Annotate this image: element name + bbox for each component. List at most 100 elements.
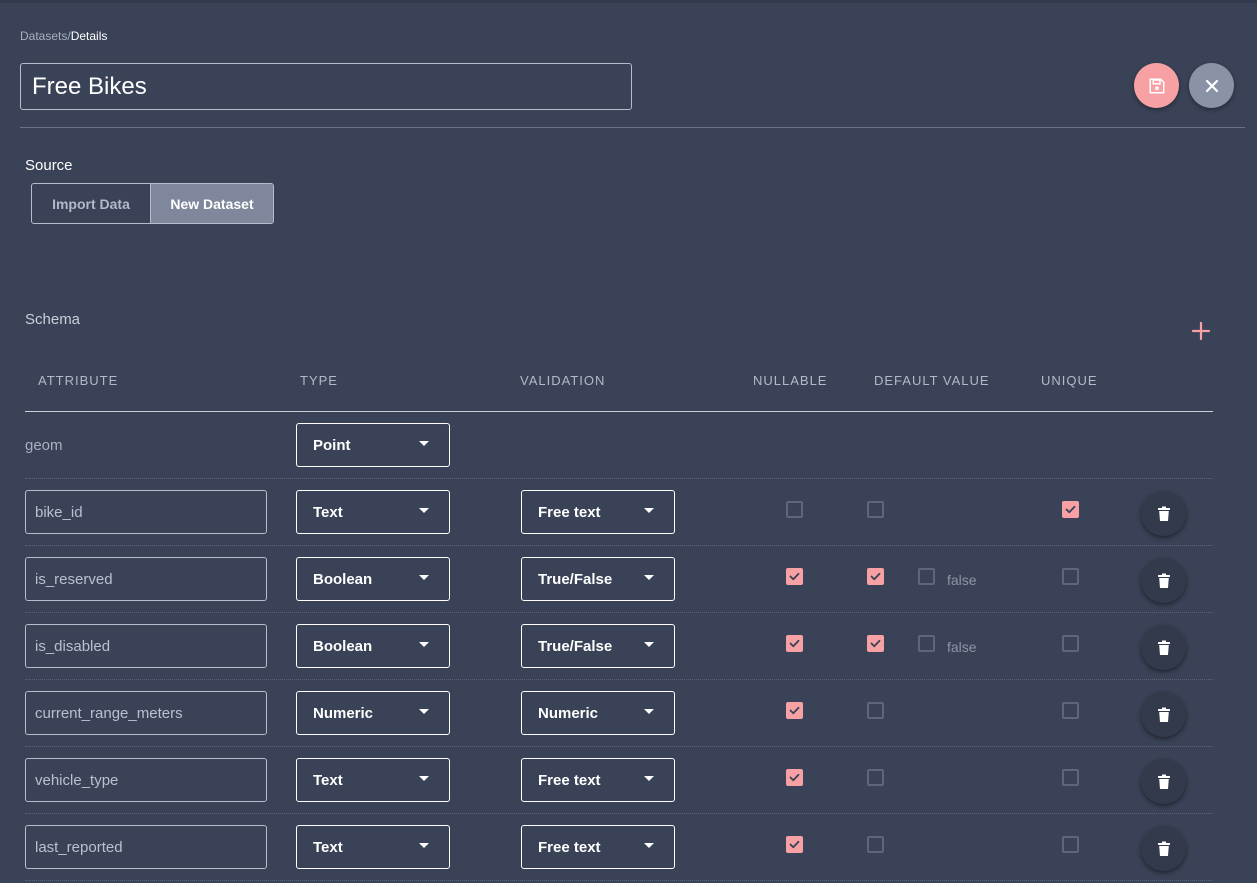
validation-select[interactable]: True/False (521, 557, 675, 601)
type-select[interactable]: Point (296, 423, 450, 467)
validation-select-value: True/False (538, 570, 613, 588)
plus-icon[interactable] (1190, 320, 1212, 342)
validation-select-value: Numeric (538, 704, 599, 722)
table-row: is_disabled Boolean True/False false (25, 613, 1213, 680)
validation-select-value: Free text (538, 771, 601, 789)
attribute-name-value: bike_id (35, 503, 83, 521)
type-select[interactable]: Text (296, 825, 450, 869)
validation-select-value: Free text (538, 503, 601, 521)
type-select[interactable]: Boolean (296, 624, 450, 668)
type-select-value: Numeric (313, 704, 374, 722)
validation-select-value: Free text (538, 838, 601, 856)
default-value-checkbox[interactable] (867, 635, 884, 652)
source-label: Source (25, 157, 73, 174)
type-select[interactable]: Text (296, 490, 450, 534)
table-row: is_reserved Boolean True/False false (25, 546, 1213, 613)
nullable-checkbox[interactable] (786, 769, 803, 786)
attribute-name-value: current_range_meters (35, 704, 183, 722)
default-value-checkbox[interactable] (867, 702, 884, 719)
caret-down-icon (644, 575, 654, 580)
default-value-text: false (947, 639, 977, 655)
new-dataset-toggle[interactable]: New Dataset (150, 184, 273, 223)
delete-attribute-button[interactable] (1141, 558, 1186, 603)
delete-attribute-button[interactable] (1141, 625, 1186, 670)
caret-down-icon (419, 843, 429, 848)
table-row: current_range_meters Numeric Numeric (25, 680, 1213, 747)
attribute-name-value: last_reported (35, 838, 123, 856)
table-row: bike_id Text Free text (25, 479, 1213, 546)
type-select[interactable]: Boolean (296, 557, 450, 601)
default-value-checkbox[interactable] (867, 836, 884, 853)
validation-select[interactable]: Free text (521, 825, 675, 869)
trash-icon (1157, 573, 1170, 588)
column-header-default-value: DEFAULT VALUE (874, 373, 990, 388)
caret-down-icon (644, 843, 654, 848)
import-data-toggle[interactable]: Import Data (32, 184, 150, 223)
validation-select[interactable]: True/False (521, 624, 675, 668)
header-divider (20, 127, 1245, 128)
default-value-checkbox[interactable] (867, 769, 884, 786)
trash-icon (1157, 640, 1170, 655)
delete-attribute-button[interactable] (1141, 826, 1186, 871)
type-select-value: Point (313, 436, 351, 454)
type-select-value: Boolean (313, 570, 373, 588)
unique-checkbox[interactable] (1062, 501, 1079, 518)
nullable-checkbox[interactable] (786, 836, 803, 853)
source-toggle-group: Import Data New Dataset (31, 183, 274, 224)
nullable-checkbox[interactable] (786, 501, 803, 518)
trash-icon (1157, 774, 1170, 789)
caret-down-icon (419, 508, 429, 513)
caret-down-icon (644, 709, 654, 714)
default-value-checkbox[interactable] (867, 568, 884, 585)
column-header-nullable: NULLABLE (753, 373, 828, 388)
unique-checkbox[interactable] (1062, 702, 1079, 719)
top-edge (0, 0, 1257, 3)
default-value-checkbox[interactable] (867, 501, 884, 518)
trash-icon (1157, 707, 1170, 722)
attribute-name-value: is_disabled (35, 637, 111, 655)
column-header-type: TYPE (300, 373, 338, 388)
attribute-name-input[interactable]: is_reserved (25, 557, 267, 601)
default-value-toggle[interactable] (918, 568, 935, 585)
validation-select[interactable]: Numeric (521, 691, 675, 735)
attribute-name-input[interactable]: last_reported (25, 825, 267, 869)
unique-checkbox[interactable] (1062, 635, 1079, 652)
type-select[interactable]: Numeric (296, 691, 450, 735)
attribute-name-input[interactable]: bike_id (25, 490, 267, 534)
caret-down-icon (419, 575, 429, 580)
table-row-geom: geom Point (25, 412, 1213, 479)
nullable-checkbox[interactable] (786, 635, 803, 652)
caret-down-icon (644, 642, 654, 647)
schema-label: Schema (25, 311, 81, 328)
save-button[interactable] (1134, 63, 1179, 108)
dataset-name-input[interactable]: Free Bikes (20, 63, 632, 110)
column-header-unique: UNIQUE (1041, 373, 1098, 388)
close-button[interactable] (1189, 63, 1234, 108)
column-header-validation: VALIDATION (520, 373, 606, 388)
attribute-name-input[interactable]: current_range_meters (25, 691, 267, 735)
delete-attribute-button[interactable] (1141, 692, 1186, 737)
nullable-checkbox[interactable] (786, 702, 803, 719)
close-icon (1205, 79, 1218, 92)
delete-attribute-button[interactable] (1141, 759, 1186, 804)
validation-select[interactable]: Free text (521, 490, 675, 534)
attribute-name-value: is_reserved (35, 570, 113, 588)
caret-down-icon (419, 776, 429, 781)
delete-attribute-button[interactable] (1141, 491, 1186, 536)
caret-down-icon (419, 441, 429, 446)
attribute-name-value: vehicle_type (35, 771, 119, 789)
default-value-toggle[interactable] (918, 635, 935, 652)
nullable-checkbox[interactable] (786, 568, 803, 585)
attribute-name-input[interactable]: is_disabled (25, 624, 267, 668)
unique-checkbox[interactable] (1062, 769, 1079, 786)
table-row: last_reported Text Free text (25, 814, 1213, 881)
caret-down-icon (644, 508, 654, 513)
geom-attribute-label: geom (25, 437, 63, 454)
type-select[interactable]: Text (296, 758, 450, 802)
validation-select[interactable]: Free text (521, 758, 675, 802)
attribute-name-input[interactable]: vehicle_type (25, 758, 267, 802)
unique-checkbox[interactable] (1062, 568, 1079, 585)
breadcrumb-datasets-link[interactable]: Datasets (20, 29, 67, 43)
trash-icon (1157, 506, 1170, 521)
unique-checkbox[interactable] (1062, 836, 1079, 853)
